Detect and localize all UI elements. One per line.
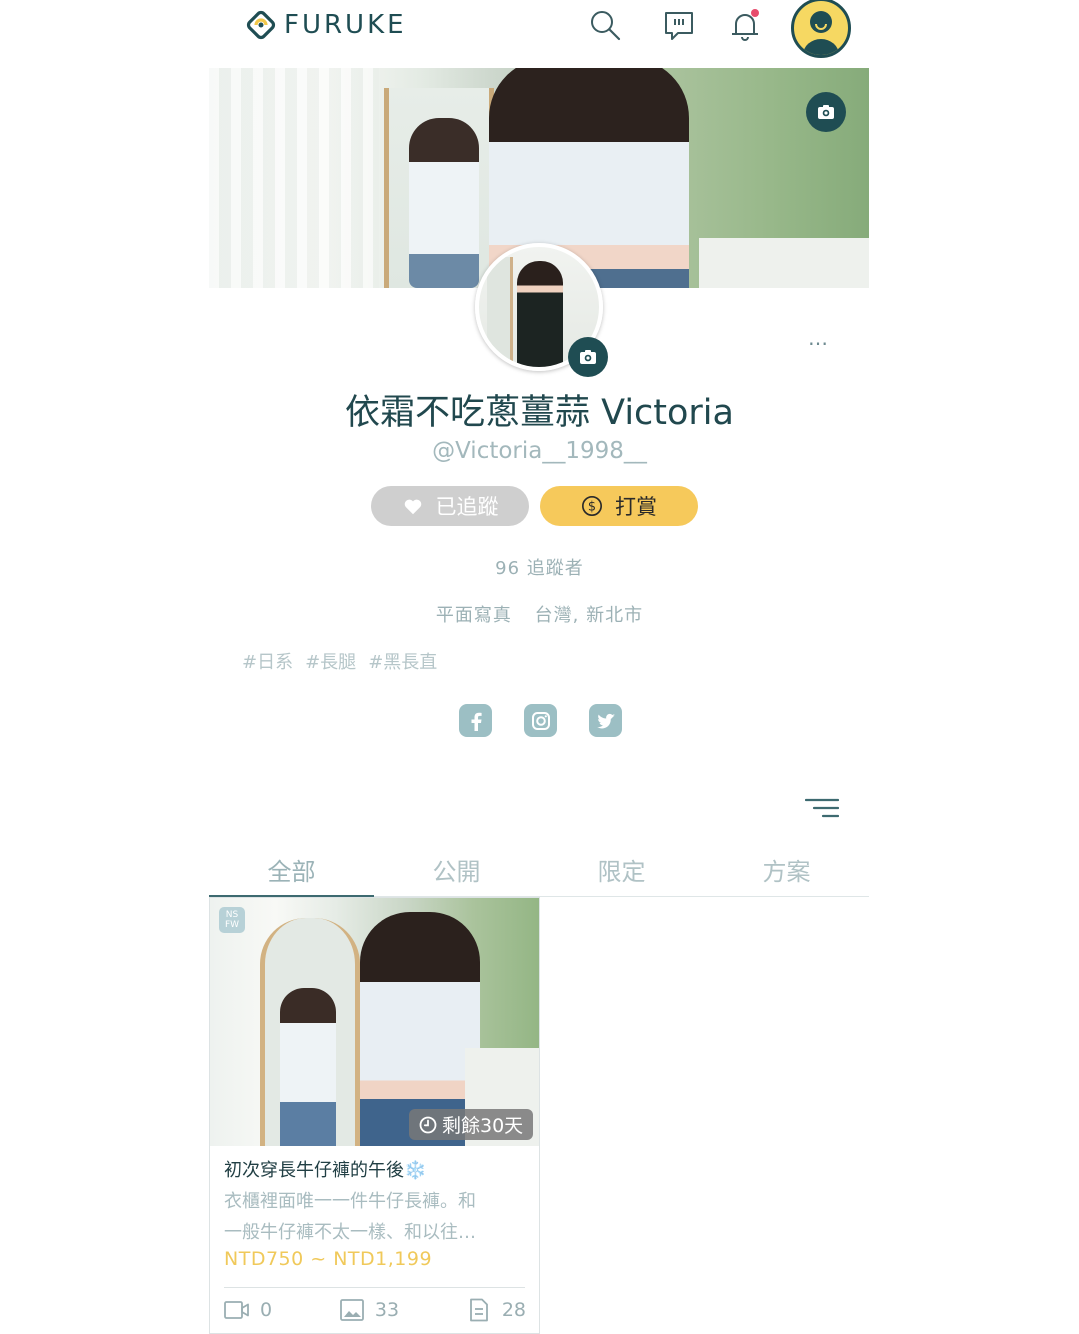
divider — [224, 1287, 525, 1288]
snowflake-icon: ❄️ — [404, 1160, 427, 1181]
video-icon — [224, 1301, 249, 1319]
post-thumbnail[interactable]: NS FW 剩餘30天 — [210, 898, 539, 1146]
post-title[interactable]: 初次穿長牛仔褲的午後❄️ — [224, 1156, 426, 1182]
brand-name: FURUKE — [284, 10, 407, 40]
sort-filter-icon[interactable] — [805, 797, 839, 819]
post-stats: 0 33 28 — [224, 1298, 526, 1322]
follow-button[interactable]: 已追蹤 — [371, 486, 529, 526]
document-count: 28 — [466, 1298, 526, 1322]
edit-avatar-button[interactable] — [568, 337, 608, 377]
svg-text:$: $ — [588, 500, 596, 515]
tab-public[interactable]: 公開 — [374, 846, 539, 896]
tab-exclusive[interactable]: 限定 — [539, 846, 704, 896]
twitter-icon[interactable] — [589, 704, 622, 737]
notification-dot — [751, 9, 759, 17]
instagram-icon[interactable] — [524, 704, 557, 737]
remaining-time: 剩餘30天 — [442, 1115, 524, 1137]
image-icon — [339, 1299, 364, 1321]
tag[interactable]: #日系 — [242, 648, 293, 674]
bell-icon[interactable] — [728, 8, 762, 42]
post-price: NTD750 ~ NTD1,199 — [224, 1248, 433, 1270]
tag[interactable]: #黑長直 — [368, 648, 437, 674]
message-icon[interactable] — [662, 8, 696, 42]
image-count: 33 — [339, 1298, 399, 1322]
profile-category: 平面寫真 — [435, 605, 512, 626]
nsfw-badge: NS FW — [219, 907, 245, 933]
top-bar: FURUKE — [0, 0, 1079, 60]
document-icon — [469, 1298, 488, 1322]
video-count: 0 — [224, 1298, 272, 1322]
clock-icon — [419, 1116, 437, 1133]
profile-name: 依霜不吃蔥薑蒜 Victoria — [345, 393, 734, 433]
content-tabs: 全部 公開 限定 方案 — [209, 846, 869, 897]
tag[interactable]: #長腿 — [305, 648, 356, 674]
tab-all[interactable]: 全部 — [209, 846, 374, 897]
brand-logo[interactable]: FURUKE — [246, 10, 407, 40]
follow-label: 已追蹤 — [435, 495, 499, 519]
camera-icon — [818, 105, 834, 119]
edit-cover-button[interactable] — [806, 92, 846, 132]
user-avatar-icon[interactable] — [791, 0, 851, 58]
tip-label: 打賞 — [615, 495, 657, 519]
social-links — [459, 704, 622, 737]
remaining-time-badge: 剩餘30天 — [409, 1109, 534, 1140]
profile-location: 台灣, 新北市 — [534, 605, 644, 626]
profile-meta: 平面寫真 台灣, 新北市 — [0, 601, 1079, 627]
tab-plans[interactable]: 方案 — [704, 846, 869, 896]
profile-tags: #日系 #長腿 #黑長直 — [242, 648, 437, 674]
post-description: 衣櫃裡面唯一一件牛仔長褲。和 一般牛仔褲不太一樣、和以往… — [224, 1191, 476, 1243]
tip-button[interactable]: $ 打賞 — [540, 486, 698, 526]
search-icon[interactable] — [588, 8, 622, 42]
brand-logo-icon — [246, 10, 276, 40]
heart-icon — [404, 499, 421, 515]
follower-count[interactable]: 96 追蹤者 — [0, 554, 1079, 580]
dollar-coin-icon: $ — [582, 496, 602, 516]
more-options-button[interactable]: … — [808, 326, 830, 350]
camera-icon — [580, 350, 596, 364]
post-card[interactable]: NS FW 剩餘30天 初次穿長牛仔褲的午後❄️ 衣櫃裡面唯一一件牛仔長褲。和 … — [209, 897, 540, 1334]
profile-handle: @Victoria__1998__ — [432, 438, 647, 464]
facebook-icon[interactable] — [459, 704, 492, 737]
